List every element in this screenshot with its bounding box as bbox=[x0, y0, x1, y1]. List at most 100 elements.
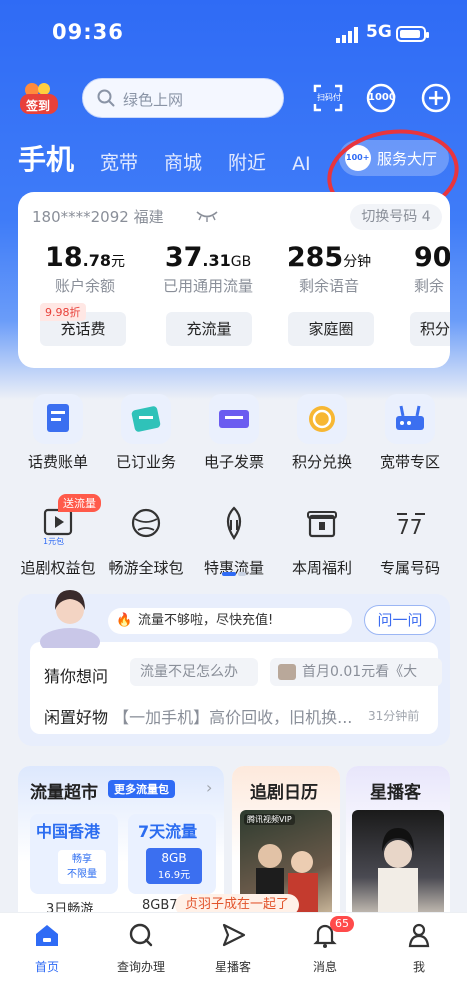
service-points[interactable]: 积分兑换 bbox=[282, 394, 362, 472]
assistant-message: 🔥 流量不够啦，尽快充值! bbox=[108, 608, 352, 634]
signal-icon bbox=[336, 27, 358, 43]
service-broadband[interactable]: 宽带专区 bbox=[370, 394, 450, 472]
hide-eye-icon[interactable] bbox=[196, 209, 218, 223]
star-poster[interactable] bbox=[352, 810, 444, 922]
service-gift-label: 本周福利 bbox=[291, 559, 352, 577]
voice-stat[interactable]: 285分钟 剩余语音 bbox=[276, 242, 382, 296]
vip-tag: 腾讯视频VIP bbox=[244, 814, 295, 825]
promo-tag: 送流量 bbox=[58, 494, 101, 512]
star-podcast-card[interactable]: 星播客 bbox=[346, 766, 450, 926]
service-subscription-label: 已订业务 bbox=[115, 453, 176, 471]
pkg2-card: 8GB 16.9元 bbox=[146, 848, 202, 884]
page-indicator bbox=[222, 572, 246, 576]
data-icon bbox=[209, 500, 259, 550]
data-used-label: 已用通用流量 bbox=[162, 277, 253, 295]
video-icon-caption: 1元包 bbox=[43, 537, 65, 546]
service-bill[interactable]: 话费账单 bbox=[18, 394, 98, 472]
voice-label: 剩余语音 bbox=[298, 277, 359, 295]
drama-title: 追剧日历 bbox=[250, 783, 318, 803]
tab-query[interactable]: 查询办理 bbox=[106, 920, 176, 975]
user-icon bbox=[408, 923, 430, 948]
service-global-label: 畅游全球包 bbox=[108, 559, 184, 577]
service-drama-label: 追剧权益包 bbox=[20, 559, 96, 577]
subscription-icon bbox=[121, 394, 171, 444]
service-weekly-gift[interactable]: 本周福利 bbox=[282, 500, 362, 578]
pkg2-label: 8GB7 bbox=[142, 898, 178, 913]
tab-home[interactable]: 首页 bbox=[12, 920, 82, 975]
tab-home-label: 首页 bbox=[34, 960, 59, 974]
remaining-label: 剩余 bbox=[414, 277, 445, 295]
tab-mall[interactable]: 商城 bbox=[164, 148, 202, 178]
service-data-deal[interactable]: 特惠流量 bbox=[194, 500, 274, 578]
points-button[interactable]: 1000 bbox=[364, 82, 398, 114]
add-button[interactable] bbox=[420, 82, 452, 114]
tab-query-label: 查询办理 bbox=[116, 960, 165, 974]
query-icon bbox=[129, 923, 153, 947]
scan-label: 扫码付 bbox=[317, 93, 341, 102]
tab-star[interactable]: 星播客 bbox=[198, 920, 268, 975]
recharge-data-button[interactable]: 充流量 bbox=[166, 312, 252, 346]
ask-button[interactable]: 问一问 bbox=[364, 605, 436, 635]
data-used-stat[interactable]: 37.31GB 已用通用流量 bbox=[148, 242, 268, 296]
svg-text:77: 77 bbox=[397, 515, 422, 539]
service-invoice[interactable]: 电子发票 bbox=[194, 394, 274, 472]
number-icon: 77 bbox=[385, 500, 435, 550]
idle-goods-row[interactable]: 闲置好物 【一加手机】高价回收，旧机换... bbox=[44, 704, 352, 728]
discount-tag: 9.98折 bbox=[40, 303, 86, 321]
globe-icon bbox=[121, 500, 171, 550]
tab-broadband[interactable]: 宽带 bbox=[100, 148, 138, 178]
idle-time: 31分钟前 bbox=[368, 709, 420, 723]
scan-pay-button[interactable]: 扫码付 bbox=[312, 82, 344, 114]
search-placeholder: 绿色上网 bbox=[123, 91, 184, 109]
battery-icon bbox=[396, 26, 429, 42]
home-icon bbox=[36, 925, 58, 946]
movie-thumb-icon bbox=[278, 664, 296, 680]
category-tabs: 手机 宽带 商城 附近 AI bbox=[18, 138, 337, 178]
remaining-stat[interactable]: 90 剩余 bbox=[414, 242, 450, 296]
account-phone: 180****2092 福建 bbox=[32, 208, 164, 226]
star-title: 星播客 bbox=[370, 783, 421, 803]
service-subscription[interactable]: 已订业务 bbox=[106, 394, 186, 472]
tab-star-label: 星播客 bbox=[214, 960, 251, 974]
tab-phone[interactable]: 手机 bbox=[18, 138, 74, 178]
service-broadband-label: 宽带专区 bbox=[379, 453, 440, 471]
plus-icon bbox=[421, 83, 451, 113]
points-label: 1000 bbox=[368, 92, 396, 103]
guess-label: 猜你想问 bbox=[44, 667, 109, 686]
balance-label: 账户余额 bbox=[54, 277, 115, 295]
tab-nearby[interactable]: 附近 bbox=[228, 148, 266, 178]
pkg2-title: 7天流量 bbox=[138, 822, 198, 841]
message-badge: 65 bbox=[330, 916, 354, 932]
gift-icon bbox=[297, 500, 347, 550]
points-exchange-icon bbox=[297, 394, 347, 444]
search-input[interactable]: 绿色上网 bbox=[82, 78, 284, 118]
points-tab-button[interactable]: 积分 bbox=[410, 312, 450, 346]
signin-button[interactable]: 签到 bbox=[18, 80, 60, 118]
tab-messages-label: 消息 bbox=[312, 960, 337, 974]
tab-ai[interactable]: AI bbox=[292, 153, 311, 178]
balance-stat[interactable]: 18.78元 账户余额 bbox=[32, 242, 138, 296]
fire-icon: 🔥 bbox=[116, 613, 133, 628]
assistant-avatar bbox=[40, 590, 100, 648]
suggestion-chip-2[interactable]: 首月0.01元看《大 bbox=[270, 658, 442, 686]
tab-me-label: 我 bbox=[412, 960, 425, 974]
chevron-right-icon: › bbox=[206, 778, 213, 797]
account-region: 福建 bbox=[133, 208, 164, 226]
market-title: 流量超市 bbox=[30, 783, 98, 803]
tab-messages[interactable]: 65 消息 bbox=[290, 916, 360, 975]
send-icon bbox=[222, 923, 246, 947]
suggestion-chip-1[interactable]: 流量不足怎么办 bbox=[130, 658, 258, 686]
idle-label: 闲置好物 bbox=[44, 708, 109, 727]
family-circle-button[interactable]: 家庭圈 bbox=[288, 312, 374, 346]
tab-me[interactable]: 我 bbox=[384, 920, 454, 975]
status-time: 09:36 bbox=[52, 20, 124, 44]
pkg1-title: 中国香港 bbox=[36, 822, 101, 841]
switch-number-button[interactable]: 切换号码 4 bbox=[350, 204, 442, 230]
service-invoice-label: 电子发票 bbox=[203, 453, 264, 471]
router-icon bbox=[385, 394, 435, 444]
search-icon bbox=[97, 89, 115, 107]
switch-count: 4 bbox=[421, 209, 431, 225]
service-global-pack[interactable]: 畅游全球包 bbox=[106, 500, 186, 578]
pkg1-card: 畅享 不限量 bbox=[58, 850, 106, 884]
service-exclusive-number[interactable]: 77 专属号码 bbox=[370, 500, 450, 578]
